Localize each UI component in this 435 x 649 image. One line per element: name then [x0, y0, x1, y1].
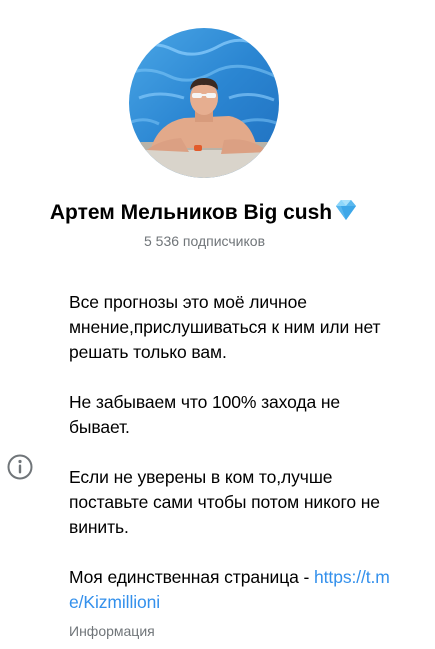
channel-avatar[interactable] [129, 28, 279, 178]
avatar-photo [129, 28, 279, 178]
channel-title: Артем Мельников Big cush [0, 198, 409, 231]
description-paragraph: Если не уверены в ком то,лучше поставьте… [69, 467, 380, 537]
info-caption: Информация [69, 623, 155, 639]
description-paragraph: Моя единственная страница - https://t.me… [69, 565, 401, 615]
link-prefix: Моя единственная страница - [69, 567, 315, 587]
info-icon [6, 453, 34, 481]
channel-name-text: Артем Мельников Big cush [49, 201, 333, 224]
gem-icon [333, 198, 359, 231]
subscriber-count: 5 536 подписчиков [143, 233, 266, 249]
channel-description: Все прогнозы это моё личное мнение,присл… [69, 290, 401, 615]
description-paragraph: Не забываем что 100% захода не бывает. [69, 392, 341, 437]
description-paragraph: Все прогнозы это моё личное мнение,присл… [69, 292, 381, 362]
